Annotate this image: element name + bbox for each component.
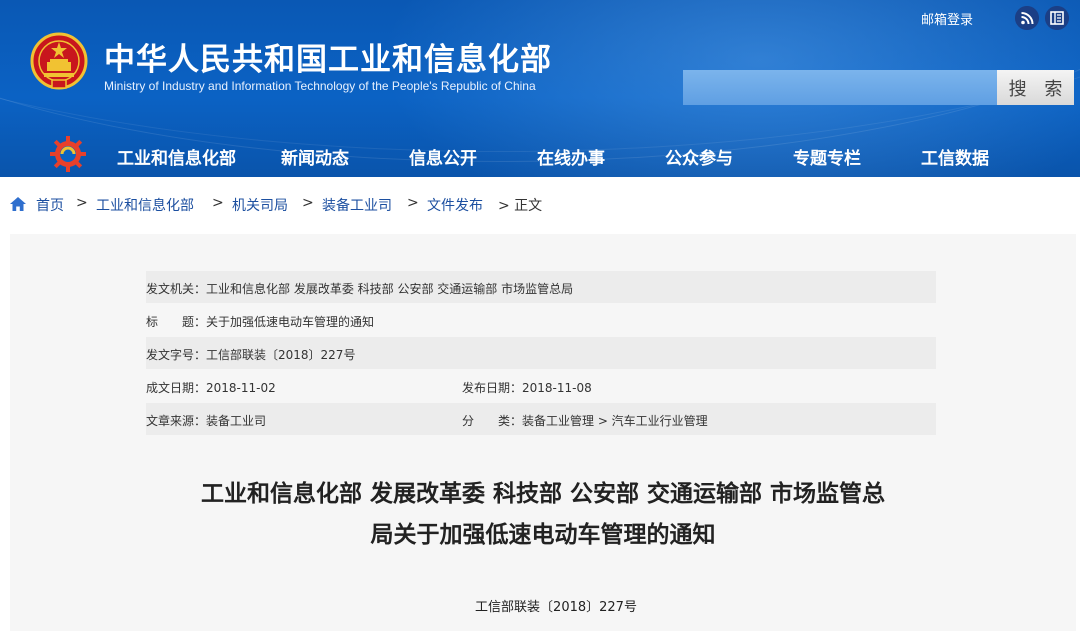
article-title: 工业和信息化部 发展改革委 科技部 公安部 交通运输部 市场监管总 局关于加强低… [140,474,946,556]
breadcrumb-ministry[interactable]: 工业和信息化部 [96,195,194,215]
meta-row-dates: 成文日期：2018-11-02 发布日期：2018-11-08 [146,370,936,402]
search-input[interactable] [683,70,997,105]
home-icon[interactable] [10,197,26,211]
meta-published-date: 发布日期：2018-11-08 [462,381,592,395]
nav-item-info-disclosure[interactable]: 信息公开 [409,144,477,169]
nav-item-public-participation[interactable]: 公众参与 [665,144,733,169]
meta-source: 文章来源：装备工业司 [146,414,267,428]
breadcrumb-separator: > [407,195,419,211]
document-icon[interactable] [1045,6,1069,30]
search-button[interactable]: 搜 索 [997,70,1074,105]
breadcrumb-separator: > [76,195,88,211]
national-emblem-icon[interactable] [30,32,88,92]
meta-row-issuer: 发文机关：工业和信息化部 发展改革委 科技部 公安部 交通运输部 市场监管总局 [146,271,936,303]
nav-item-online-services[interactable]: 在线办事 [537,144,605,169]
meta-row-source: 文章来源：装备工业司 分 类：装备工业管理 > 汽车工业行业管理 [146,403,936,435]
site-header: 中华人民共和国工业和信息化部 Ministry of Industry and … [0,0,1080,177]
meta-title: 标 题：关于加强低速电动车管理的通知 [146,315,375,329]
nav-item-news[interactable]: 新闻动态 [281,144,349,169]
nav-item-special-topics[interactable]: 专题专栏 [793,144,861,169]
article-title-line: 工业和信息化部 发展改革委 科技部 公安部 交通运输部 市场监管总 [200,481,886,507]
site-subtitle: Ministry of Industry and Information Tec… [104,79,536,93]
article-title-line: 局关于加强低速电动车管理的通知 [370,522,716,548]
breadcrumb-equipment-dept[interactable]: 装备工业司 [322,195,392,215]
meta-category: 分 类：装备工业管理 > 汽车工业行业管理 [462,414,708,428]
article-card: 发文机关：工业和信息化部 发展改革委 科技部 公安部 交通运输部 市场监管总局 … [10,234,1076,631]
breadcrumb-home[interactable]: 首页 [36,195,64,215]
meta-issuer: 发文机关：工业和信息化部 发展改革委 科技部 公安部 交通运输部 市场监管总局 [146,282,574,296]
meta-created-date: 成文日期：2018-11-02 [146,381,276,395]
meta-row-title: 标 题：关于加强低速电动车管理的通知 [146,304,936,336]
nav-item-data[interactable]: 工信数据 [921,144,989,169]
breadcrumb-documents[interactable]: 文件发布 [427,195,483,215]
rss-icon[interactable] [1015,6,1039,30]
breadcrumb-separator: > [212,195,224,211]
meta-doc-number: 发文字号：工信部联装〔2018〕227号 [146,348,356,362]
meta-row-doc-no: 发文字号：工信部联装〔2018〕227号 [146,337,936,369]
breadcrumb-current: > 正文 [498,198,543,214]
breadcrumb-separator: > [302,195,314,211]
breadcrumb-departments[interactable]: 机关司局 [232,195,288,215]
article-doc-number: 工信部联装〔2018〕227号 [475,600,637,615]
nav-item-ministry[interactable]: 工业和信息化部 [117,144,236,169]
site-title: 中华人民共和国工业和信息化部 [104,42,552,78]
mail-login-link[interactable]: 邮箱登录 [921,9,973,28]
main-nav: 工业和信息化部 新闻动态 信息公开 在线办事 公众参与 专题专栏 工信数据 [0,140,1080,170]
